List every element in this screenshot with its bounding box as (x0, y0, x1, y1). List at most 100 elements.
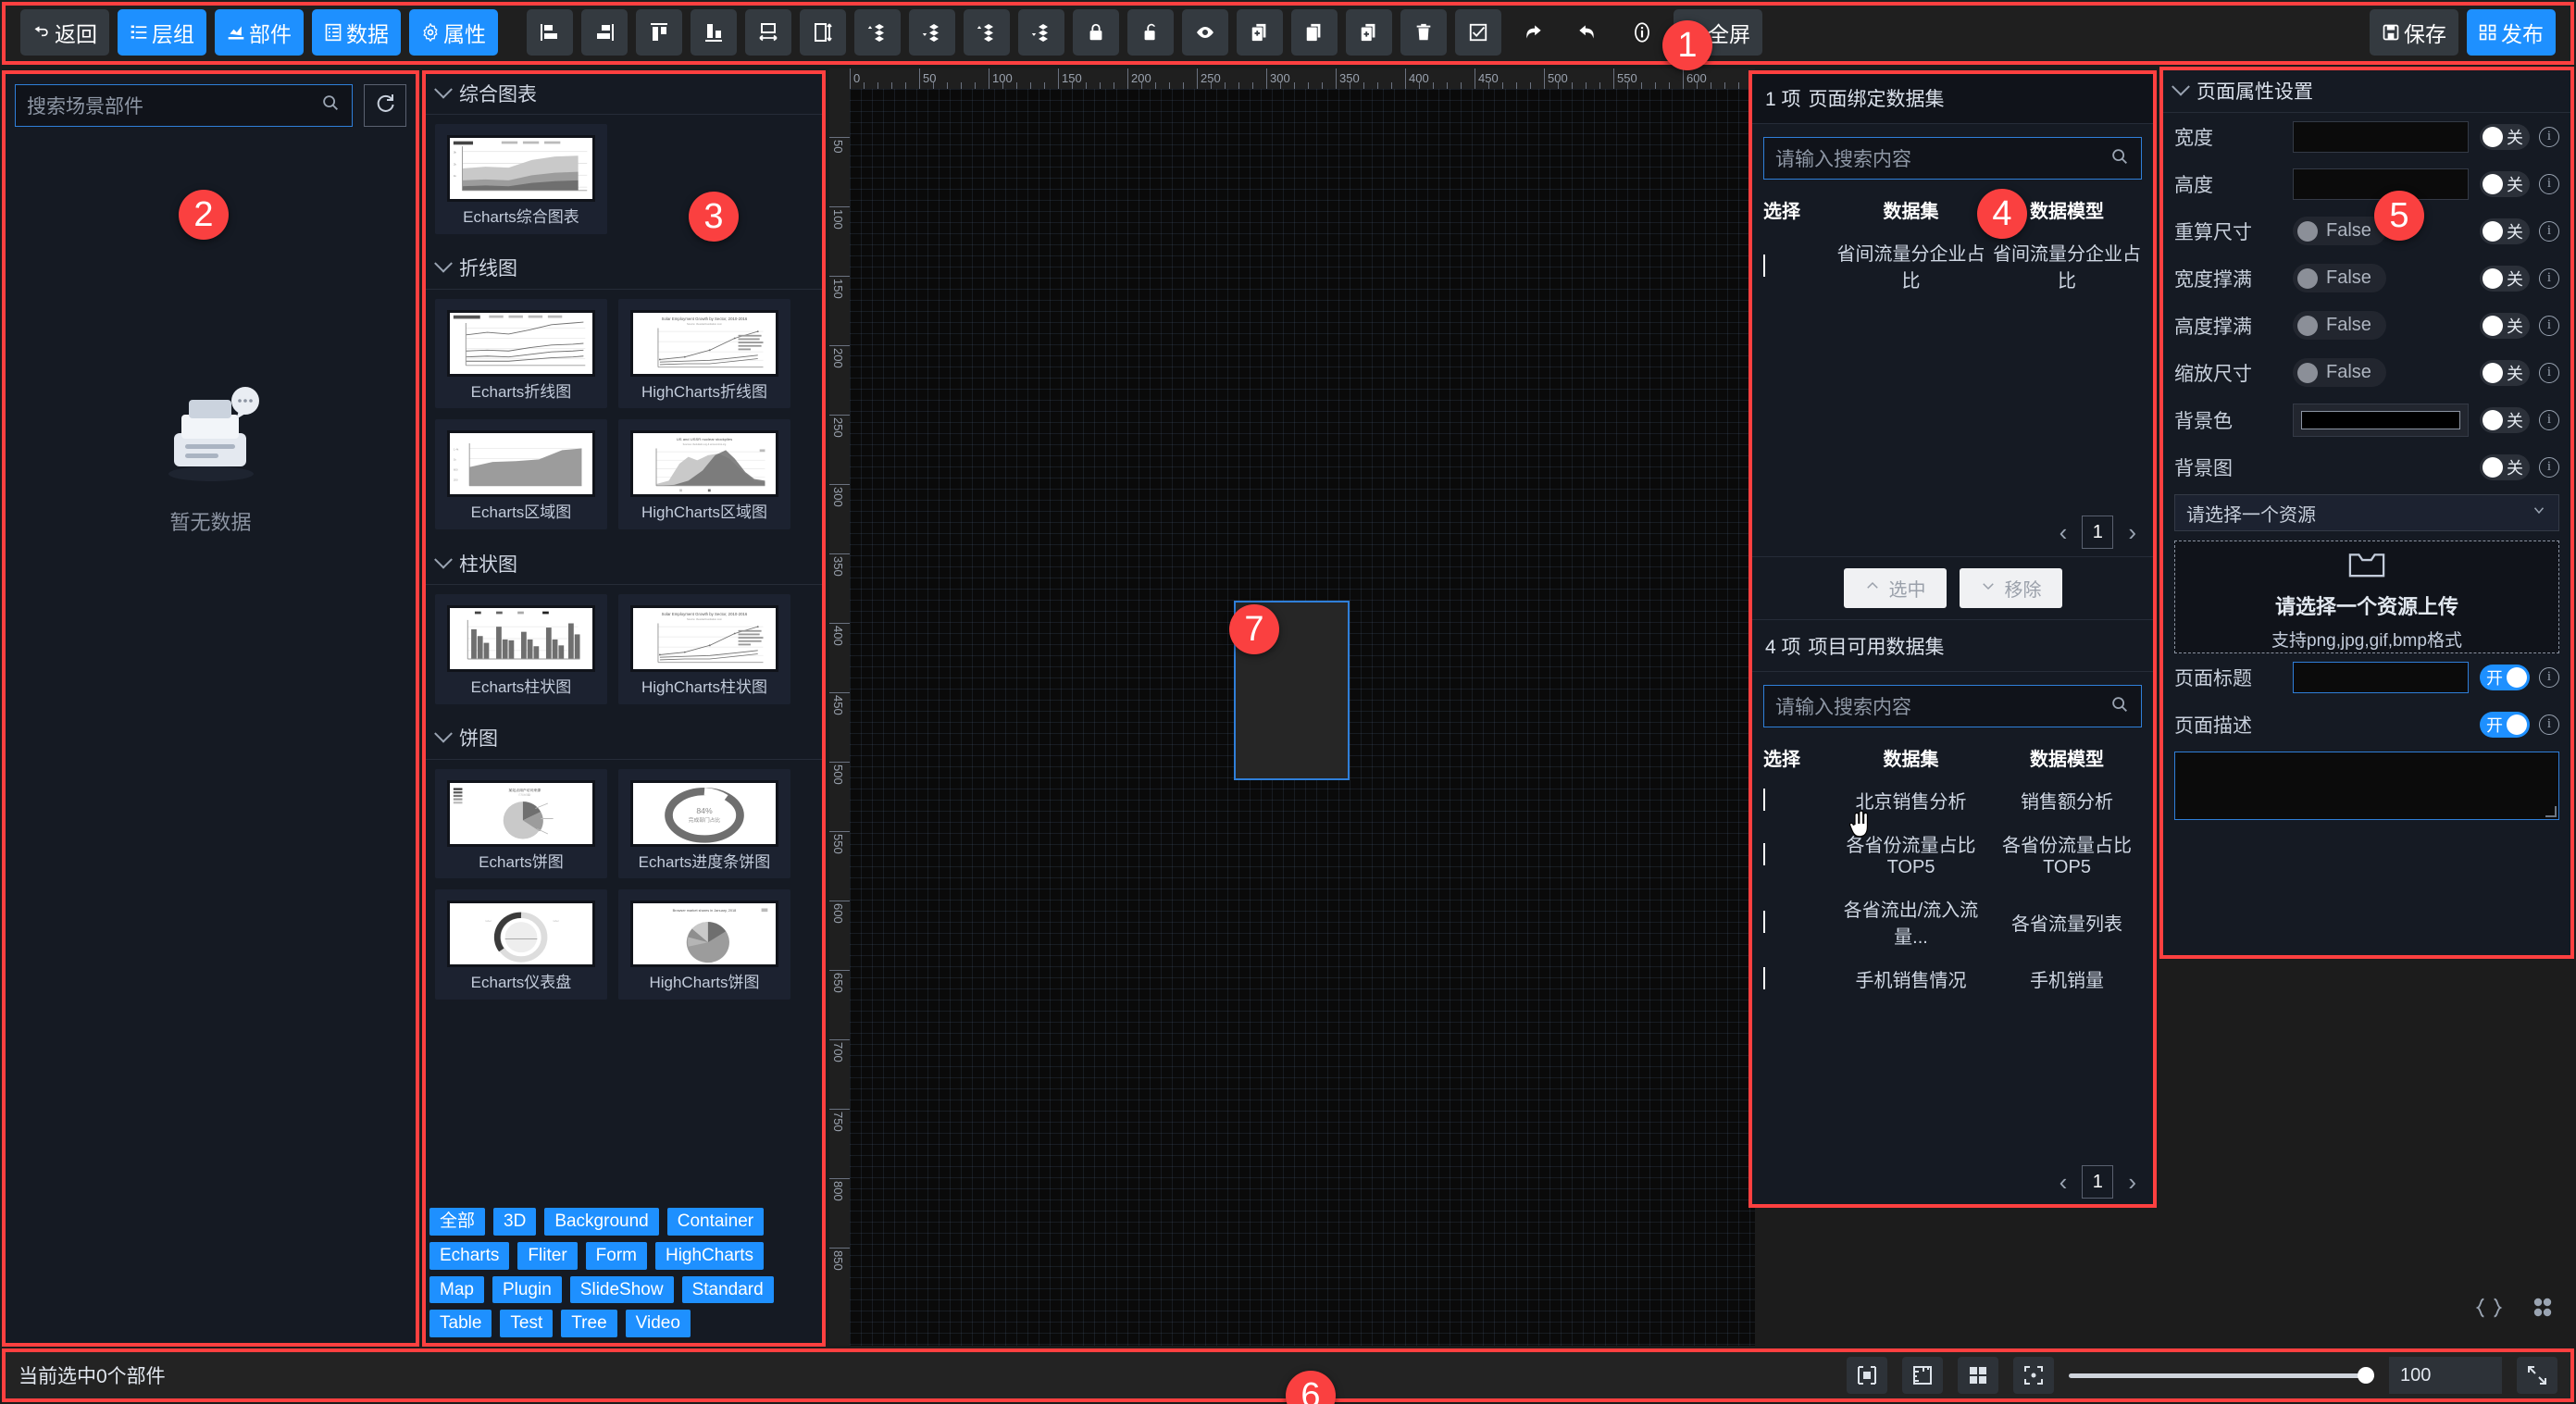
page-desc-toggle[interactable]: 开 (2480, 711, 2530, 738)
property-toggle[interactable]: 关 (2480, 312, 2530, 339)
component-card[interactable]: label label Echarts仪表盘 (435, 889, 607, 1000)
component-tag-highcharts[interactable]: HighCharts (654, 1241, 765, 1270)
property-input[interactable] (2293, 168, 2469, 200)
component-tag-全部[interactable]: 全部 (429, 1208, 486, 1236)
available-page-number[interactable]: 1 (2082, 1165, 2114, 1199)
remove-dataset-button[interactable]: 移除 (1959, 568, 2062, 608)
info-button[interactable] (1619, 9, 1665, 56)
available-prev-page-button[interactable]: ‹ (2056, 1168, 2072, 1197)
component-category-header[interactable]: 柱状图 (424, 542, 824, 586)
component-card[interactable]: 84% 完成部门占比 Echarts进度条饼图 (618, 768, 790, 879)
data-button[interactable]: 数据 (312, 9, 401, 56)
component-tag-3d[interactable]: 3D (493, 1208, 537, 1236)
component-card[interactable]: US and USSR nuclear stockpiles Sources: … (618, 419, 790, 530)
distribute-vertical-button[interactable] (800, 9, 846, 56)
undo-button[interactable] (1564, 9, 1611, 56)
property-info-icon[interactable]: i (2539, 315, 2559, 336)
available-search-input[interactable]: 请输入搜索内容 (1763, 685, 2142, 727)
bound-next-page-button[interactable]: › (2124, 518, 2140, 547)
property-info-icon[interactable]: i (2539, 267, 2559, 289)
property-info-icon[interactable]: i (2539, 456, 2559, 478)
component-card[interactable]: Solar Employment Growth by Sector, 2010-… (618, 594, 790, 704)
property-info-icon[interactable]: i (2539, 362, 2559, 383)
bound-dataset-row[interactable]: 省间流量分企业占比 省间流量分企业占比 (1750, 230, 2155, 301)
row-checkbox[interactable] (1763, 842, 1765, 865)
component-tag-container[interactable]: Container (666, 1208, 765, 1236)
send-to-back-button[interactable] (1018, 9, 1064, 56)
property-toggle[interactable]: 关 (2480, 123, 2530, 150)
bound-prev-page-button[interactable]: ‹ (2056, 518, 2072, 547)
bring-to-front-button[interactable] (964, 9, 1010, 56)
component-tag-plugin[interactable]: Plugin (492, 1275, 562, 1304)
available-dataset-row[interactable]: 北京销售分析 销售额分析 (1750, 778, 2155, 822)
component-card[interactable]: Solar Employment Growth by Sector, 2010-… (618, 298, 790, 409)
fit-screen-button[interactable] (2013, 1357, 2054, 1394)
puzzle-icon[interactable] (2530, 1296, 2556, 1326)
component-tag-background[interactable]: Background (544, 1208, 659, 1236)
bring-forward-button[interactable] (854, 9, 901, 56)
scene-search-input[interactable]: 搜索场景部件 (15, 84, 353, 127)
select-all-button[interactable] (1455, 9, 1501, 56)
send-backward-button[interactable] (909, 9, 955, 56)
component-card[interactable]: 某站点用户访问来源 (7月访问量) Echarts饼图 (435, 768, 607, 879)
align-bottom-button[interactable] (691, 9, 737, 56)
property-input[interactable] (2293, 120, 2469, 153)
distribute-horizontal-button[interactable] (745, 9, 791, 56)
fit-frame-button[interactable] (1847, 1357, 1887, 1394)
property-info-icon[interactable]: i (2539, 173, 2559, 194)
property-bool-pill[interactable]: False (2293, 217, 2386, 245)
component-card[interactable]: Echarts柱状图 (435, 594, 607, 704)
redo-button[interactable] (1510, 9, 1556, 56)
property-info-icon[interactable]: i (2539, 220, 2559, 242)
background-image-dropzone[interactable]: 请选择一个资源上传 支持png,jpg,gif,bmp格式 (2174, 540, 2559, 653)
component-card[interactable]: 1.4k 1k 600 200 Echarts区域图 (435, 419, 607, 530)
zoom-slider[interactable] (2069, 1357, 2374, 1394)
property-bool-pill[interactable]: False (2293, 311, 2386, 340)
zoom-value-input[interactable]: 100 (2389, 1357, 2502, 1394)
copy-button[interactable] (1291, 9, 1338, 56)
grid-toggle-button[interactable] (1958, 1357, 1998, 1394)
property-toggle[interactable]: 关 (2480, 406, 2530, 433)
component-category-header[interactable]: 饼图 (424, 717, 824, 760)
duplicate-button[interactable] (1237, 9, 1283, 56)
page-title-toggle[interactable]: 开 (2480, 664, 2530, 690)
component-category-header[interactable]: 综合图表 (424, 72, 824, 115)
row-checkbox[interactable] (1763, 789, 1765, 811)
expand-button[interactable] (2517, 1357, 2557, 1394)
available-dataset-row[interactable]: 手机销售情况 手机销量 (1750, 957, 2155, 1000)
component-category-header[interactable]: 折线图 (424, 247, 824, 290)
layer-group-button[interactable]: 层组 (118, 9, 206, 56)
canvas-grid[interactable] (850, 89, 1755, 1346)
property-toggle[interactable]: 关 (2480, 170, 2530, 197)
available-dataset-row[interactable]: 各省流出/流入流量... 各省流量列表 (1750, 887, 2155, 957)
resource-select[interactable]: 请选择一个资源 (2174, 494, 2559, 531)
ruler-toggle-button[interactable] (1902, 1357, 1943, 1394)
visibility-button[interactable] (1182, 9, 1228, 56)
properties-button[interactable]: 属性 (409, 9, 498, 56)
save-button[interactable]: 保存 (2370, 9, 2458, 56)
align-right-button[interactable] (581, 9, 628, 56)
available-dataset-row[interactable]: 各省份流量占比TOP5 各省份流量占比TOP5 (1750, 822, 2155, 887)
component-tag-table[interactable]: Table (429, 1310, 492, 1337)
component-tag-standard[interactable]: Standard (681, 1275, 774, 1304)
property-color-swatch[interactable] (2293, 403, 2469, 437)
align-top-button[interactable] (636, 9, 682, 56)
paste-button[interactable] (1346, 9, 1392, 56)
back-button[interactable]: 返回 (20, 9, 109, 56)
row-checkbox[interactable] (1763, 254, 1765, 277)
design-canvas[interactable]: 0 50 100 150 200 250 300 350 400 450 500 550 600 50 1… (829, 68, 1755, 1346)
refresh-button[interactable] (364, 84, 406, 127)
properties-header[interactable]: 页面属性设置 (2161, 68, 2572, 113)
component-tag-map[interactable]: Map (429, 1275, 484, 1304)
property-info-icon[interactable]: i (2539, 409, 2559, 430)
property-bool-pill[interactable]: False (2293, 264, 2386, 292)
bound-search-input[interactable]: 请输入搜索内容 (1763, 137, 2142, 180)
select-dataset-button[interactable]: 选中 (1843, 568, 1947, 608)
page-title-info-icon[interactable]: i (2539, 666, 2559, 688)
publish-button[interactable]: 发布 (2467, 9, 2556, 56)
property-bool-pill[interactable]: False (2293, 358, 2386, 387)
component-tag-fliter[interactable]: Fliter (517, 1241, 578, 1270)
component-tag-tree[interactable]: Tree (561, 1310, 617, 1337)
property-info-icon[interactable]: i (2539, 126, 2559, 147)
unlock-button[interactable] (1127, 9, 1174, 56)
